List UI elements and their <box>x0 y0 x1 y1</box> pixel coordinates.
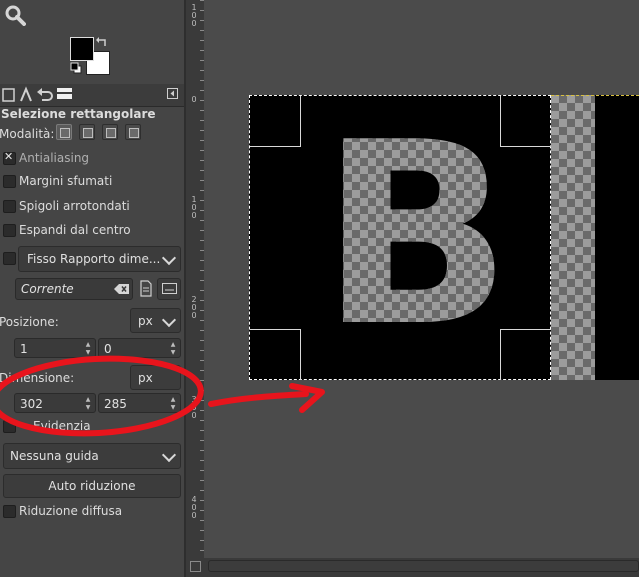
size-unit-value: px <box>138 371 153 385</box>
highlight-label: Evidenzia <box>33 419 91 433</box>
expand-from-center-label: Espandi dal centro <box>19 223 131 237</box>
undo-history-tab-icon[interactable] <box>36 86 54 104</box>
mode-subtract-button[interactable] <box>102 124 118 140</box>
antialiasing-label: Antialiasing <box>19 151 90 165</box>
ruler-label: 1 0 0 <box>191 195 197 220</box>
chevron-down-icon <box>161 250 177 266</box>
position-x-input[interactable]: 1 ▲ ▼ <box>14 338 96 358</box>
mode-replace-button[interactable] <box>56 124 72 140</box>
expand-from-center-checkbox[interactable] <box>3 224 16 237</box>
selection-handle-bottom-left[interactable] <box>250 329 301 380</box>
fixed-checkbox[interactable] <box>3 252 16 265</box>
position-x-value: 1 <box>20 342 28 356</box>
auto-shrink-label: Auto riduzione <box>48 479 136 493</box>
size-width-input[interactable]: 302 ▲ ▼ <box>14 393 96 413</box>
spin-up-icon[interactable]: ▲ <box>84 341 92 348</box>
auto-shrink-button[interactable]: Auto riduzione <box>3 474 181 498</box>
ruler-label: 3 0 0 <box>191 395 197 420</box>
mode-intersect-button[interactable] <box>125 124 141 140</box>
chevron-down-icon <box>161 447 177 463</box>
spin-up-icon[interactable]: ▲ <box>169 396 177 403</box>
tool-title: Selezione rettangolare <box>1 107 156 121</box>
position-label: Posizione: <box>0 315 59 329</box>
position-y-input[interactable]: 0 ▲ ▼ <box>98 338 181 358</box>
shrink-merged-label: Riduzione diffusa <box>19 504 123 518</box>
rounded-corners-label: Spigoli arrotondati <box>19 199 130 213</box>
swap-colors-icon[interactable] <box>96 36 108 48</box>
horizontal-scrollbar[interactable] <box>208 560 639 572</box>
spin-down-icon[interactable]: ▼ <box>169 349 177 356</box>
chevron-down-icon <box>161 312 177 328</box>
fixed-mode-dropdown[interactable]: Fisso Rapporto dime... <box>18 246 181 272</box>
selection-handle-top-left[interactable] <box>250 96 301 147</box>
size-height-value: 285 <box>104 397 127 411</box>
fixed-mode-value: Fisso Rapporto dime... <box>27 252 161 266</box>
spin-up-icon[interactable]: ▲ <box>169 341 177 348</box>
layer-boundary <box>551 95 639 380</box>
highlight-checkbox[interactable] <box>3 420 16 433</box>
position-unit-dropdown[interactable]: px <box>130 308 181 333</box>
swap-ratio-icon[interactable] <box>139 280 153 298</box>
spin-down-icon[interactable]: ▼ <box>169 404 177 411</box>
highlight-preview-icon <box>162 283 177 294</box>
clear-icon[interactable] <box>114 283 130 295</box>
ruler-label: 2 0 0 <box>191 295 197 320</box>
mode-add-button[interactable] <box>79 124 95 140</box>
images-tab-icon[interactable] <box>56 86 74 104</box>
ratio-input-value: Corrente <box>21 282 74 296</box>
spin-down-icon[interactable]: ▼ <box>84 404 92 411</box>
rounded-corners-checkbox[interactable] <box>3 200 16 213</box>
selection-handle-top-right[interactable] <box>500 96 551 147</box>
default-colors-icon[interactable] <box>70 62 82 74</box>
zoom-icon[interactable] <box>4 4 26 26</box>
ruler-label: 1 0 0 <box>191 3 197 28</box>
selection-handle-bottom-right[interactable] <box>500 329 551 380</box>
guides-dropdown[interactable]: Nessuna guida <box>3 443 181 469</box>
mode-label: Modalità: <box>0 127 55 141</box>
ratio-input[interactable]: Corrente <box>15 278 133 300</box>
spin-down-icon[interactable]: ▼ <box>84 349 92 356</box>
panel-menu-icon[interactable] <box>167 88 179 100</box>
shrink-merged-checkbox[interactable] <box>3 505 16 518</box>
size-width-value: 302 <box>20 397 43 411</box>
tool-options-tab-icon[interactable] <box>2 86 16 104</box>
spin-up-icon[interactable]: ▲ <box>84 396 92 403</box>
foreground-color-swatch[interactable] <box>70 37 94 61</box>
tool-options-panel: Selezione rettangolare Modalità: Antiali… <box>0 0 186 577</box>
ruler-label: 4 0 0 <box>191 495 197 520</box>
device-status-tab-icon[interactable] <box>18 86 34 104</box>
position-unit-value: px <box>138 314 153 328</box>
position-y-value: 0 <box>104 342 112 356</box>
guides-value: Nessuna guida <box>10 449 99 463</box>
feather-edges-checkbox[interactable] <box>3 175 16 188</box>
size-label: Dimensione: <box>0 371 75 385</box>
feather-edges-label: Margini sfumati <box>19 174 113 188</box>
antialiasing-checkbox[interactable] <box>3 150 16 165</box>
ruler-label: 0 <box>191 95 197 104</box>
highlight-preview-button[interactable] <box>157 278 181 300</box>
quick-mask-toggle[interactable] <box>190 561 201 572</box>
size-height-input[interactable]: 285 ▲ ▼ <box>98 393 181 413</box>
size-unit-dropdown[interactable]: px <box>130 365 181 390</box>
